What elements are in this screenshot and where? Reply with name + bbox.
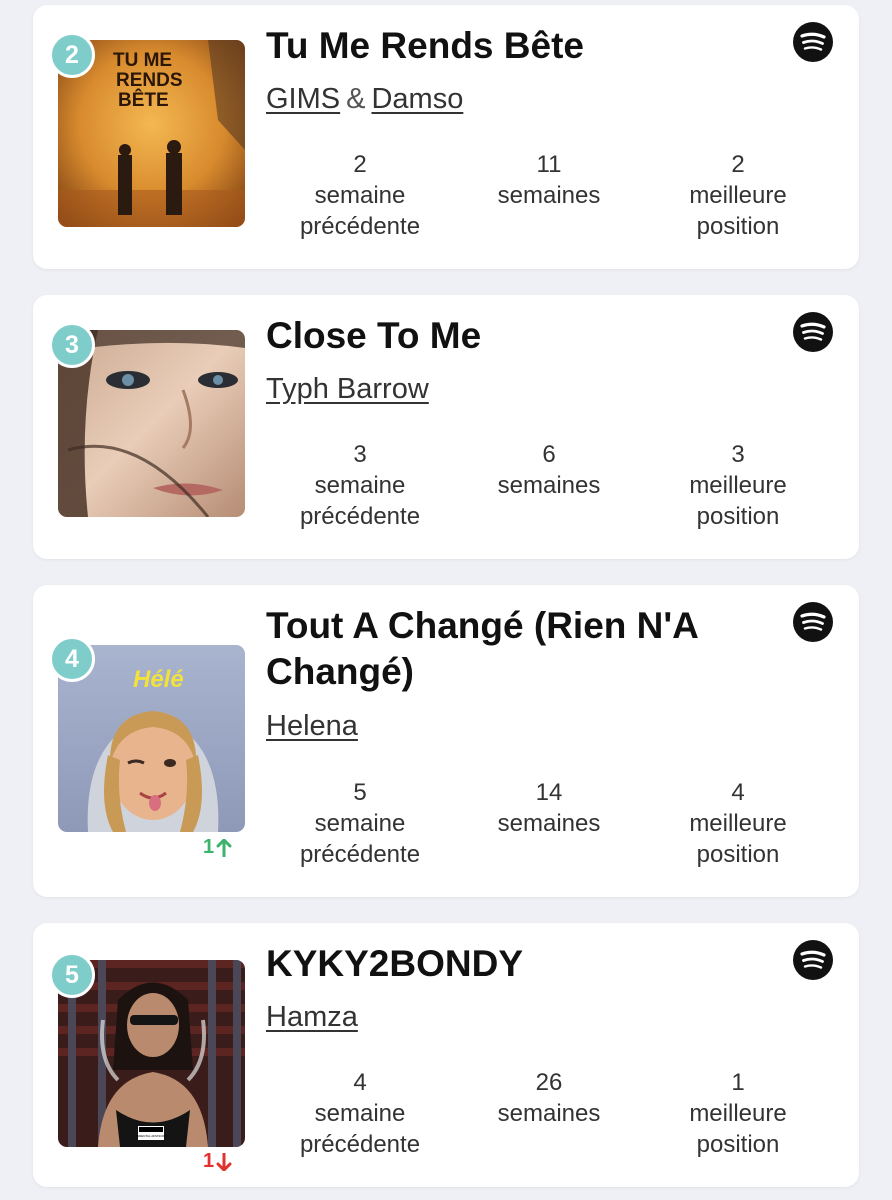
stat-label: semaines — [497, 472, 601, 499]
stat-value: 26 — [535, 1069, 563, 1096]
stat-label: précédente — [299, 503, 421, 530]
stat-value: 5 — [353, 779, 367, 806]
stat-weeks: 26 semaines — [459, 1067, 639, 1129]
stat-label: semaine — [314, 1100, 406, 1127]
stat-label: position — [696, 503, 780, 530]
artist-line: Typh Barrow — [266, 373, 429, 406]
song-title: Close To Me — [266, 315, 482, 356]
stat-label: précédente — [299, 841, 421, 868]
cover-title-line: BÊTE — [118, 89, 169, 111]
stat-value: 2 — [731, 151, 745, 178]
stat-best-position: 2 meilleure position — [648, 149, 828, 242]
position-change: 1 — [203, 836, 232, 859]
spotify-icon[interactable] — [793, 602, 833, 642]
stat-label: semaines — [497, 810, 601, 837]
song-title: Tu Me Rends Bête — [266, 25, 584, 66]
chart-entry-card: PARENTAL ADVISORY 5 1 KYKY2BONDY Hamza 4… — [33, 923, 859, 1187]
cover-title-line: RENDS — [116, 70, 183, 91]
artist-separator: & — [346, 83, 366, 115]
stat-value: 3 — [353, 441, 367, 468]
parental-advisory-label: PARENTAL ADVISORY — [135, 1134, 166, 1138]
position-change-value: 1 — [203, 836, 215, 858]
stat-value: 1 — [731, 1069, 745, 1096]
stat-value: 14 — [535, 779, 563, 806]
spotify-icon[interactable] — [793, 940, 833, 980]
stat-value: 3 — [731, 441, 745, 468]
stat-value: 4 — [731, 779, 745, 806]
chart-entry-card: 3 Close To Me Typh Barrow 3 semaine préc… — [33, 295, 859, 559]
artist-line: Hamza — [266, 1001, 358, 1034]
stat-best-position: 4 meilleure position — [648, 777, 828, 870]
stat-label: précédente — [299, 213, 421, 240]
stat-label: précédente — [299, 1131, 421, 1158]
stat-label: semaine — [314, 182, 406, 209]
stat-label: semaines — [497, 1100, 601, 1127]
stat-previous-week: 5 semaine précédente — [270, 777, 450, 870]
stat-weeks: 11 semaines — [459, 149, 639, 211]
artist-line: GIMS & Damso — [266, 83, 463, 116]
song-title: Tout A Changé (Rien N'A Changé) — [266, 605, 698, 692]
spotify-icon[interactable] — [793, 22, 833, 62]
stat-label: meilleure — [689, 810, 787, 837]
stat-label: position — [696, 213, 780, 240]
cover-title: Hélé — [133, 666, 184, 693]
rank-badge: 3 — [49, 322, 95, 368]
rank-badge: 4 — [49, 636, 95, 682]
chart-entry-card: TU ME RENDS BÊTE 2 Tu Me Rends Bête GIMS… — [33, 5, 859, 269]
stat-previous-week: 3 semaine précédente — [270, 439, 450, 532]
stat-value: 4 — [353, 1069, 367, 1096]
spotify-icon[interactable] — [793, 312, 833, 352]
artist-link[interactable]: GIMS — [266, 83, 340, 115]
song-title: KYKY2BONDY — [266, 943, 523, 984]
position-change-value: 1 — [203, 1150, 215, 1172]
stat-best-position: 3 meilleure position — [648, 439, 828, 532]
stat-label: position — [696, 841, 780, 868]
stat-value: 11 — [536, 151, 562, 178]
stat-label: meilleure — [689, 182, 787, 209]
stat-label: semaine — [314, 810, 406, 837]
artist-link[interactable]: Helena — [266, 710, 358, 742]
stat-label: position — [696, 1131, 780, 1158]
cover-title-line: TU ME — [113, 50, 172, 71]
arrow-up-icon — [216, 838, 232, 857]
stat-weeks: 6 semaines — [459, 439, 639, 501]
stat-weeks: 14 semaines — [459, 777, 639, 839]
stat-value: 2 — [353, 151, 367, 178]
stat-label: semaines — [497, 182, 601, 209]
stat-label: meilleure — [689, 472, 787, 499]
chart-entry-card: Hélé 4 1 Tout A Changé (Rien N'A Changé)… — [33, 585, 859, 897]
stat-best-position: 1 meilleure position — [648, 1067, 828, 1160]
stat-previous-week: 2 semaine précédente — [270, 149, 450, 242]
artist-link[interactable]: Hamza — [266, 1001, 358, 1033]
artist-line: Helena — [266, 710, 358, 743]
stat-label: meilleure — [689, 1100, 787, 1127]
arrow-down-icon — [216, 1152, 232, 1171]
rank-badge: 5 — [49, 952, 95, 998]
artist-link[interactable]: Typh Barrow — [266, 373, 429, 405]
stat-previous-week: 4 semaine précédente — [270, 1067, 450, 1160]
rank-badge: 2 — [49, 32, 95, 78]
artist-link[interactable]: Damso — [371, 83, 463, 115]
stat-label: semaine — [314, 472, 406, 499]
stat-value: 6 — [542, 441, 556, 468]
position-change: 1 — [203, 1150, 232, 1173]
